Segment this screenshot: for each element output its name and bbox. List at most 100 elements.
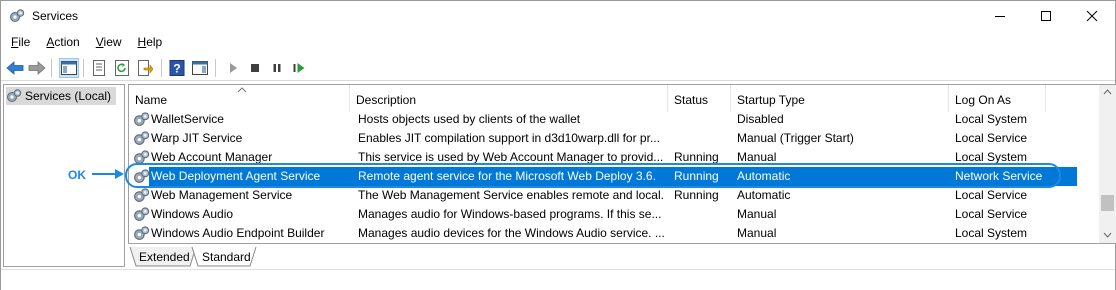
column-header-row: Name Description Status Startup Type Log… [129, 85, 1099, 112]
services-gear-icon [7, 89, 22, 102]
menu-action[interactable]: Action [40, 35, 85, 49]
service-log-on-as: Local Service [955, 131, 1028, 145]
service-name: Web Management Service [151, 188, 293, 202]
service-status [674, 224, 730, 243]
toolbar-separator [161, 59, 162, 77]
service-description: The Web Management Service enables remot… [358, 188, 664, 202]
column-header-log-on-as[interactable]: Log On As [949, 85, 1046, 112]
services-gear-icon [10, 9, 25, 22]
service-log-on-as: Local System [955, 226, 1028, 240]
restart-service-button[interactable] [289, 58, 309, 78]
close-button[interactable] [1069, 1, 1115, 31]
table-row[interactable]: Web Management Service The Web Managemen… [129, 186, 1097, 205]
service-name: WalletService [151, 112, 224, 126]
export-list-button[interactable] [135, 58, 155, 78]
restart-icon [293, 63, 305, 73]
menu-view[interactable]: View [90, 35, 128, 49]
toolbar-separator [215, 59, 216, 77]
pause-icon [273, 64, 281, 72]
minimize-button[interactable] [977, 1, 1023, 31]
services-window: Services File Action View Help ? Service… [0, 0, 1116, 290]
scroll-up-icon[interactable] [1103, 89, 1112, 95]
properties-button[interactable] [89, 58, 109, 78]
service-startup-type: Manual [737, 207, 777, 221]
vertical-scrollbar[interactable] [1099, 85, 1116, 243]
help-icon: ? [169, 60, 185, 76]
menu-help[interactable]: Help [132, 35, 169, 49]
forward-button[interactable] [27, 58, 47, 78]
service-startup-type: Automatic [737, 188, 791, 202]
service-description: Hosts objects used by clients of the wal… [358, 112, 581, 126]
service-status [674, 110, 730, 129]
back-arrow-icon [6, 61, 24, 75]
service-log-on-as: Local Service [955, 207, 1028, 221]
view-tabs: Extended Standard [128, 247, 428, 267]
toolbar-separator [51, 59, 52, 77]
show-hide-console-tree-button[interactable] [59, 58, 79, 78]
table-row[interactable]: WalletService Hosts objects used by clie… [129, 110, 1097, 129]
start-service-button[interactable] [223, 58, 243, 78]
column-header-startup-type[interactable]: Startup Type [731, 85, 949, 112]
tree-item-services-local[interactable]: Services (Local) [6, 87, 116, 105]
service-status: Running [674, 188, 719, 202]
service-gear-icon [134, 188, 150, 202]
service-startup-type: Manual (Trigger Start) [737, 131, 854, 145]
maximize-icon [1041, 11, 1051, 21]
stop-icon [251, 64, 259, 72]
tab-extended[interactable]: Extended [130, 247, 190, 267]
tab-standard[interactable]: Standard [193, 247, 251, 267]
annotation-label: OK [68, 168, 86, 182]
column-header-status[interactable]: Status [668, 85, 731, 112]
status-bar [1, 269, 1115, 290]
annotation-highlight-oval [125, 163, 1061, 188]
menu-file[interactable]: File [5, 35, 36, 49]
service-name: Warp JIT Service [151, 131, 243, 145]
service-status [674, 205, 730, 224]
pause-service-button[interactable] [267, 58, 287, 78]
maximize-button[interactable] [1023, 1, 1069, 31]
toolbar-separator [83, 59, 84, 77]
annotation-arrow-icon [92, 169, 124, 179]
back-button[interactable] [5, 58, 25, 78]
tree-item-label: Services (Local) [25, 89, 112, 103]
service-name: Windows Audio [151, 207, 234, 221]
toolbar: ? [1, 55, 1115, 81]
service-status [674, 129, 730, 148]
column-header-name[interactable]: Name [129, 85, 350, 112]
service-log-on-as: Local System [955, 112, 1028, 126]
column-header-description[interactable]: Description [350, 85, 668, 112]
minimize-icon [995, 16, 1005, 17]
svg-text:?: ? [173, 62, 180, 76]
export-list-icon [138, 60, 153, 76]
help-button[interactable]: ? [167, 58, 187, 78]
table-row[interactable]: Warp JIT Service Enables JIT compilation… [129, 129, 1097, 148]
forward-arrow-icon [28, 61, 46, 75]
scrollbar-thumb[interactable] [1101, 195, 1114, 211]
table-row[interactable]: Windows Audio Endpoint Builder Manages a… [129, 224, 1097, 243]
service-description: Manages audio for Windows-based programs… [358, 207, 662, 221]
show-action-pane-button[interactable] [190, 58, 210, 78]
service-startup-type: Disabled [737, 112, 784, 126]
service-name: Windows Audio Endpoint Builder [151, 226, 325, 240]
action-pane-icon [192, 61, 208, 75]
service-gear-icon [134, 112, 150, 126]
menu-bar: File Action View Help [1, 32, 1115, 52]
service-startup-type: Manual [737, 226, 777, 240]
service-gear-icon [134, 131, 150, 145]
service-gear-icon [134, 207, 150, 221]
service-description: Enables JIT compilation support in d3d10… [358, 131, 660, 145]
close-icon [1086, 10, 1098, 22]
service-description: Manages audio devices for the Windows Au… [358, 226, 664, 240]
refresh-button[interactable] [112, 58, 132, 78]
stop-service-button[interactable] [245, 58, 265, 78]
scroll-down-icon[interactable] [1103, 232, 1112, 238]
window-title: Services [32, 9, 79, 23]
title-bar: Services [1, 1, 1115, 31]
properties-icon [93, 60, 105, 76]
console-tree-icon [61, 61, 77, 75]
service-log-on-as: Local Service [955, 188, 1028, 202]
table-row[interactable]: Windows Audio Manages audio for Windows-… [129, 205, 1097, 224]
refresh-icon [115, 60, 129, 76]
play-icon [230, 63, 237, 73]
service-gear-icon [134, 226, 150, 240]
